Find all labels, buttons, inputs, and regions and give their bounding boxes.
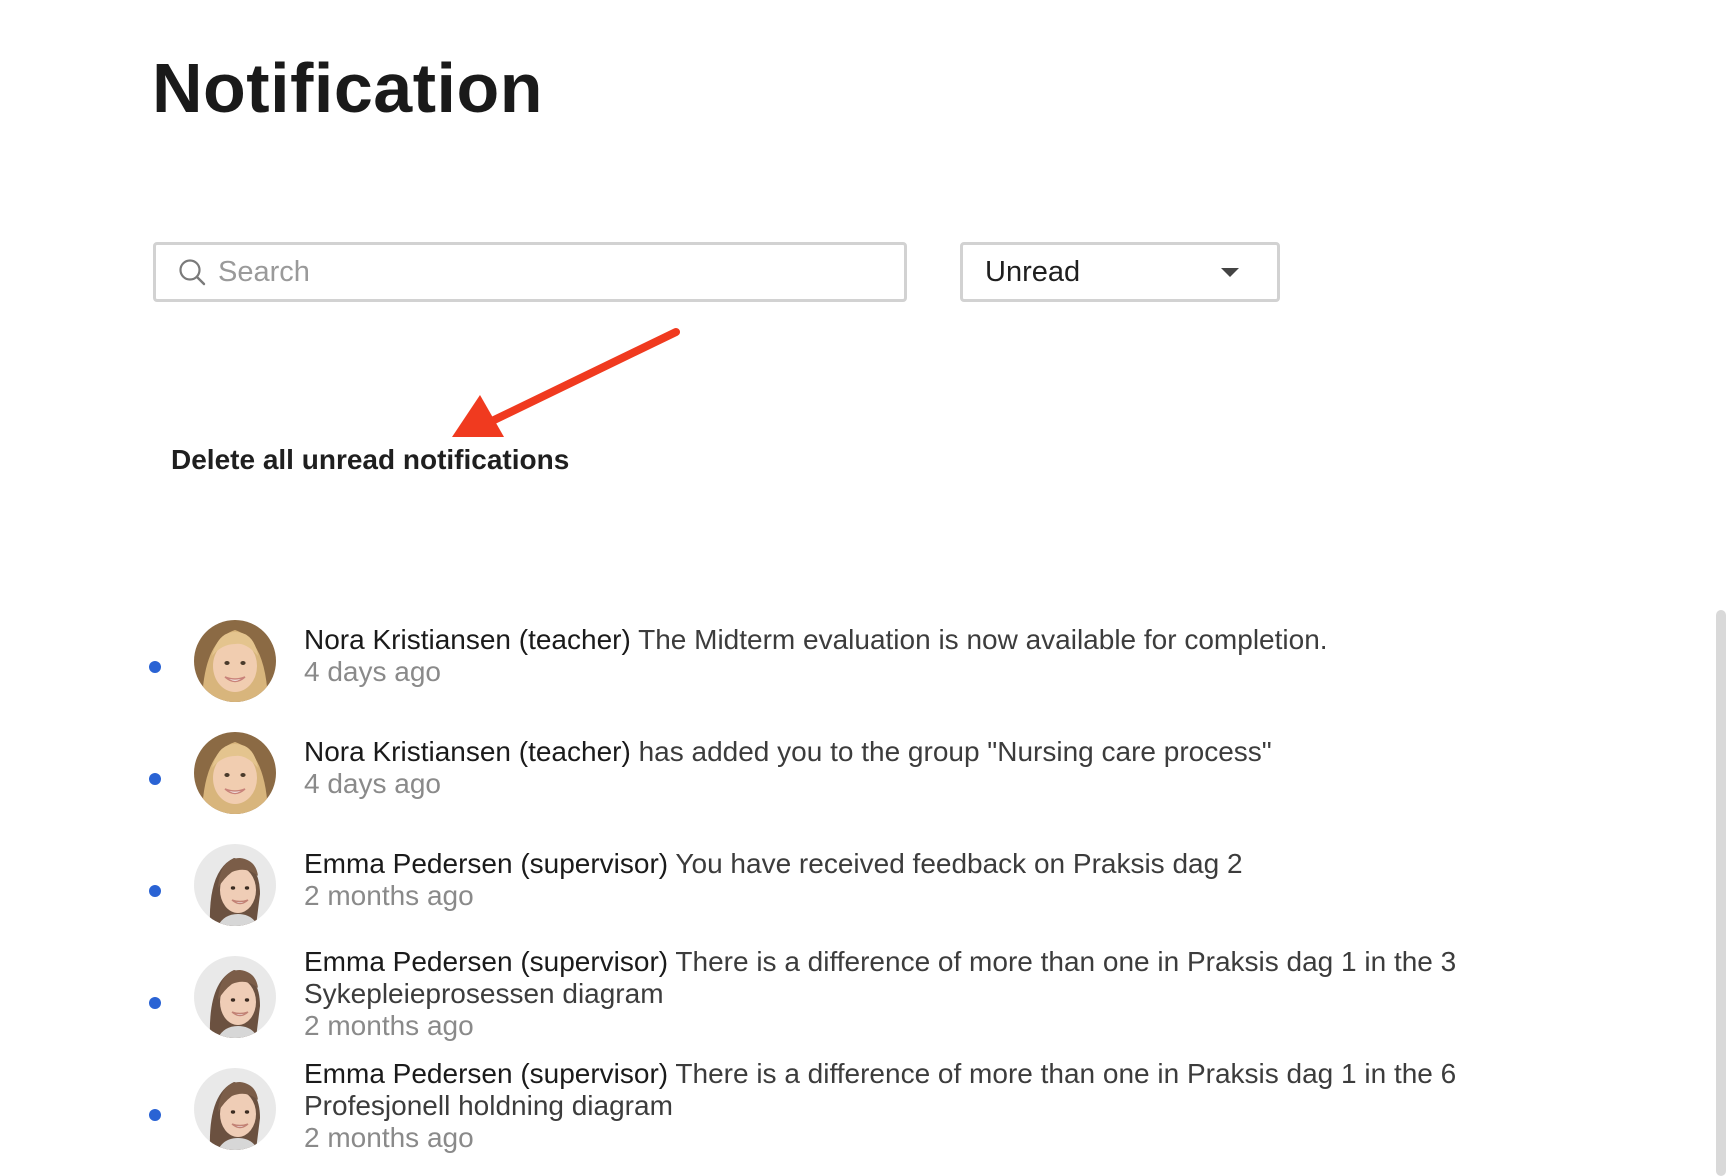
annotation-arrow	[452, 328, 680, 437]
status-filter-dropdown[interactable]: Unread	[960, 242, 1280, 302]
unread-dot	[149, 885, 161, 897]
avatar	[194, 620, 276, 702]
nora-avatar-icon	[194, 620, 276, 702]
notification-message: has added you to the group "Nursing care…	[638, 736, 1272, 767]
notification-time: 4 days ago	[304, 768, 441, 799]
unread-dot	[149, 661, 161, 673]
avatar	[194, 956, 276, 1038]
emma-avatar-icon	[194, 844, 276, 926]
unread-dot	[149, 773, 161, 785]
unread-dot	[149, 1109, 161, 1121]
notification-page: Notification Unread Delete all unread no…	[0, 0, 1726, 1176]
avatar	[194, 844, 276, 926]
scrollbar[interactable]	[1716, 610, 1726, 1176]
delete-all-unread-button[interactable]: Delete all unread notifications	[171, 444, 569, 476]
emma-avatar-icon	[194, 1068, 276, 1150]
unread-dot	[149, 997, 161, 1009]
search-input[interactable]	[218, 247, 878, 297]
nora-avatar-icon	[194, 732, 276, 814]
notification-content: Emma Pedersen (supervisor) There is a di…	[304, 946, 1604, 1042]
notification-time: 2 months ago	[304, 1122, 474, 1153]
search-field[interactable]	[153, 242, 907, 302]
notification-content: Nora Kristiansen (teacher) The Midterm e…	[304, 624, 1604, 688]
notification-message: You have received feedback on Praksis da…	[675, 848, 1243, 879]
avatar	[194, 1068, 276, 1150]
notification-author: Emma Pedersen (supervisor)	[304, 848, 669, 879]
notification-message: The Midterm evaluation is now available …	[638, 624, 1328, 655]
chevron-down-icon	[1221, 267, 1239, 277]
notification-content: Emma Pedersen (supervisor) There is a di…	[304, 1058, 1604, 1154]
notification-content: Nora Kristiansen (teacher) has added you…	[304, 736, 1604, 800]
emma-avatar-icon	[194, 956, 276, 1038]
notification-time: 2 months ago	[304, 880, 474, 911]
notification-author: Nora Kristiansen (teacher)	[304, 736, 631, 767]
notification-author: Emma Pedersen (supervisor)	[304, 1058, 669, 1089]
notification-time: 2 months ago	[304, 1010, 474, 1041]
notification-author: Nora Kristiansen (teacher)	[304, 624, 631, 655]
filter-selected-value: Unread	[985, 255, 1081, 288]
page-title: Notification	[152, 49, 543, 127]
search-icon	[179, 259, 206, 286]
avatar	[194, 732, 276, 814]
notification-time: 4 days ago	[304, 656, 441, 687]
notification-content: Emma Pedersen (supervisor) You have rece…	[304, 848, 1604, 912]
notification-author: Emma Pedersen (supervisor)	[304, 946, 669, 977]
